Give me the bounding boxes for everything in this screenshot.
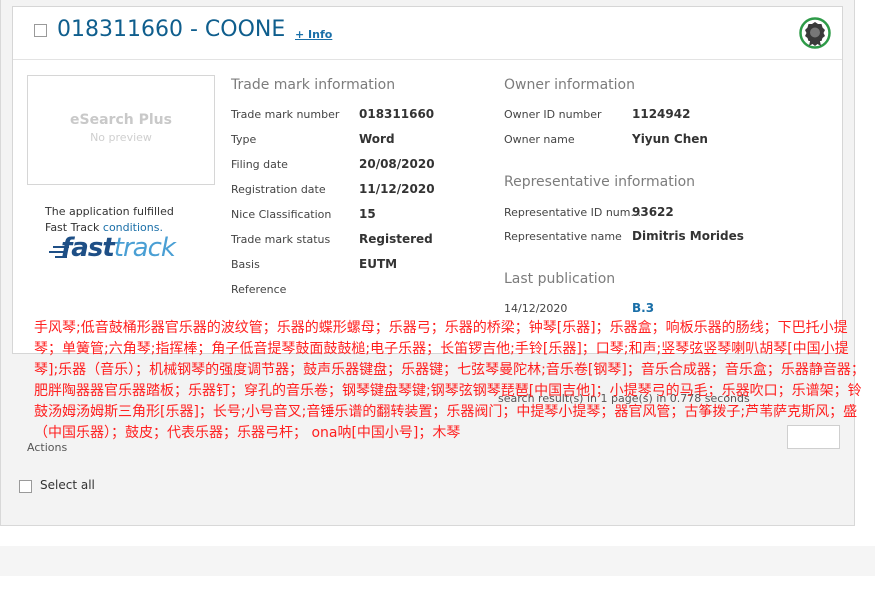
representative-id-value: 93622 <box>632 205 674 219</box>
fast-track-logo-fast: fast <box>61 233 115 263</box>
fast-track-logo-track: track <box>113 233 176 263</box>
trademark-result-card: 018311660 - COONE + Info eSearch Plus No… <box>12 6 843 354</box>
select-all-label[interactable]: Select all <box>40 478 95 492</box>
more-info-link[interactable]: + Info <box>295 28 332 41</box>
fast-track-line1: The application fulfilled <box>45 205 174 218</box>
tm-status-value: Registered <box>359 232 433 246</box>
representative-name-label: Representative name <box>504 230 622 243</box>
select-record-checkbox[interactable] <box>34 24 47 37</box>
tm-filing-date-value: 20/08/2020 <box>359 157 435 171</box>
preview-brand: eSearch Plus <box>70 112 172 128</box>
last-publication-heading: Last publication <box>504 271 616 287</box>
fast-track-logo: fasttrack <box>61 233 176 263</box>
representative-id-label: Representative ID num... <box>504 206 641 219</box>
goods-and-services-overlay: 手风琴;低音鼓桶形器官乐器的波纹管；乐器的蝶形螺母；乐器弓；乐器的桥梁；钟琴[乐… <box>34 320 865 441</box>
award-seal-icon <box>799 17 831 49</box>
owner-name-value[interactable]: Yiyun Chen <box>632 132 708 146</box>
tm-registration-date-label: Registration date <box>231 183 326 196</box>
trademark-image-preview: eSearch Plus No preview <box>27 75 215 185</box>
trademark-info-heading: Trade mark information <box>231 77 396 93</box>
select-all-checkbox[interactable] <box>19 480 32 493</box>
tm-type-value: Word <box>359 132 395 146</box>
tm-basis-label: Basis <box>231 258 260 271</box>
tm-reference-label: Reference <box>231 283 287 296</box>
tm-basis-value: EUTM <box>359 257 398 271</box>
footer-band <box>0 546 875 576</box>
tm-registration-date-value: 11/12/2020 <box>359 182 435 196</box>
fast-track-note: The application fulfilled Fast Track con… <box>45 204 174 236</box>
owner-name-label: Owner name <box>504 133 575 146</box>
tm-filing-date-label: Filing date <box>231 158 288 171</box>
representative-info-heading: Representative information <box>504 174 696 190</box>
tm-status-label: Trade mark status <box>231 233 331 246</box>
publication-section-link[interactable]: B.3 <box>632 301 654 315</box>
tm-nice-class-label: Nice Classification <box>231 208 332 221</box>
tm-nice-class-value: 15 <box>359 207 376 221</box>
owner-id-value: 1124942 <box>632 107 691 121</box>
publication-date: 14/12/2020 <box>504 302 568 315</box>
preview-placeholder: No preview <box>90 131 152 144</box>
tm-type-label: Type <box>231 133 257 146</box>
record-title[interactable]: 018311660 - COONE <box>57 17 285 42</box>
tm-number-label: Trade mark number <box>231 108 340 121</box>
owner-info-heading: Owner information <box>504 77 635 93</box>
representative-name-value[interactable]: Dimitris Morides <box>632 229 744 243</box>
card-header: 018311660 - COONE + Info <box>13 7 842 60</box>
tm-number-value: 018311660 <box>359 107 435 121</box>
owner-id-label: Owner ID number <box>504 108 602 121</box>
